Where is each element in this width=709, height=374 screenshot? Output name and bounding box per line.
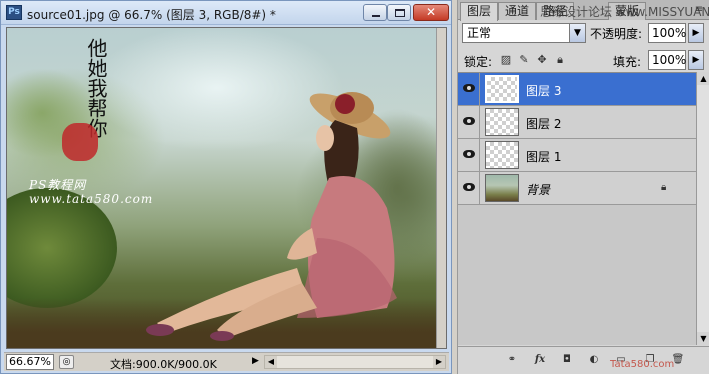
visibility-toggle[interactable] [458,139,480,171]
chevron-down-icon[interactable]: ▼ [569,24,585,42]
panel-menu-icon[interactable]: ≡ [692,4,706,16]
lock-position-icon[interactable]: ✥ [536,53,548,66]
zoom-level-field[interactable]: 66.67% [6,354,54,370]
red-seal-stamp [62,123,98,161]
forum-watermark: 思缘设计论坛 www.MISSYUAN.COM [540,5,709,19]
scroll-left-icon[interactable]: ◀ [265,356,277,368]
footer-watermark: Tata580.com [610,359,675,370]
visibility-toggle[interactable] [458,73,480,105]
status-menu-icon[interactable]: ◎ [59,355,74,369]
close-icon: ✕ [425,5,437,19]
visibility-toggle[interactable] [458,172,480,204]
layer-thumbnail [485,108,519,136]
eye-icon [463,117,475,125]
document-title: source01.jpg @ 66.7% (图层 3, RGB/8#) * [27,8,276,22]
tab-layers[interactable]: 图层 [460,2,499,21]
layer-thumbnail [485,75,519,103]
fill-label: 填充: [613,55,642,69]
girl-figure [146,92,397,341]
link-icon[interactable]: ⚭ [504,353,520,367]
layer-row-background[interactable]: 背景 🔒︎ [458,172,696,205]
scroll-up-icon[interactable]: ▲ [697,72,709,85]
document-titlebar[interactable]: Ps source01.jpg @ 66.7% (图层 3, RGB/8#) *… [1,1,451,25]
photoshop-app-icon: Ps [6,5,22,20]
horizontal-scrollbar[interactable]: ◀ ▶ [264,355,446,369]
fx-icon[interactable]: fx [532,353,548,367]
blend-mode-select[interactable]: 正常 ▼ [462,23,586,43]
lock-transparency-icon[interactable]: ▨ [500,53,512,66]
lock-label: 锁定: [464,55,493,69]
tab-channels[interactable]: 通道 [498,2,537,20]
panel-footer: ⚭ fx ◘ ◐ ▭ ❐ 🗑︎ Tata580.com [458,346,709,374]
lock-icon: 🔒︎ [661,182,667,193]
layer-row-layer3[interactable]: 图层 3 [458,73,696,106]
layer-name: 背景 [526,183,551,197]
document-window: Ps source01.jpg @ 66.7% (图层 3, RGB/8#) *… [0,0,452,374]
layer-name: 图层 1 [526,150,562,164]
layer-thumbnail [485,141,519,169]
status-bar: 66.67% ◎ 文档:900.0K/900.0K ▶ ◀ ▶ [4,352,449,371]
mask-icon[interactable]: ◘ [559,353,575,367]
fill-arrow-icon[interactable]: ▶ [688,50,704,70]
eye-icon [463,183,475,191]
blend-mode-value: 正常 [467,26,492,40]
scroll-right-icon[interactable]: ▶ [433,356,445,368]
layer-name: 图层 3 [526,84,562,98]
layer-name: 图层 2 [526,117,562,131]
vertical-scrollbar[interactable] [436,28,446,348]
panel-tabs: 图层 通道 路径 蒙版 思缘设计论坛 www.MISSYUAN.COM ≡ [458,0,709,21]
maximize-icon [395,9,405,17]
canvas-area[interactable]: 他她我帮你 PS教程网 www.tata580.com [6,27,447,349]
layers-panel: 图层 通道 路径 蒙版 思缘设计论坛 www.MISSYUAN.COM ≡ 正常… [457,0,709,374]
document-size-info: 文档:900.0K/900.0K [110,358,217,371]
site-url: www.tata580.com [29,192,154,206]
blend-row: 正常 ▼ 不透明度: 100% ▶ [462,23,706,45]
lock-all-icon[interactable]: 🔒︎ [554,53,566,66]
lock-brush-icon[interactable]: ✎ [518,53,530,66]
opacity-field[interactable]: 100% [648,23,686,43]
site-label: PS教程网 [29,178,87,192]
maximize-button[interactable] [387,4,411,21]
minimize-button[interactable] [363,4,387,21]
minimize-icon [372,15,380,17]
eye-icon [463,150,475,158]
opacity-label: 不透明度: [590,27,643,41]
fill-field[interactable]: 100% [648,50,686,70]
scroll-down-icon[interactable]: ▼ [697,332,709,345]
layer-list-scrollbar[interactable]: ▲ ▼ [696,72,709,345]
close-button[interactable]: ✕ [413,4,449,21]
visibility-toggle[interactable] [458,106,480,138]
canvas-photo[interactable]: 他她我帮你 PS教程网 www.tata580.com [7,28,437,348]
layer-row-layer1[interactable]: 图层 1 [458,139,696,172]
layer-row-layer2[interactable]: 图层 2 [458,106,696,139]
adjustment-icon[interactable]: ◐ [586,353,602,367]
status-expand-icon[interactable]: ▶ [252,356,259,366]
eye-icon [463,84,475,92]
opacity-arrow-icon[interactable]: ▶ [688,23,704,43]
lock-row: 锁定: ▨ ✎ ✥ 🔒︎ 填充: 100% ▶ [462,50,706,70]
layer-thumbnail [485,174,519,202]
layer-list: 图层 3 图层 2 图层 1 背景 🔒︎ [458,72,696,345]
